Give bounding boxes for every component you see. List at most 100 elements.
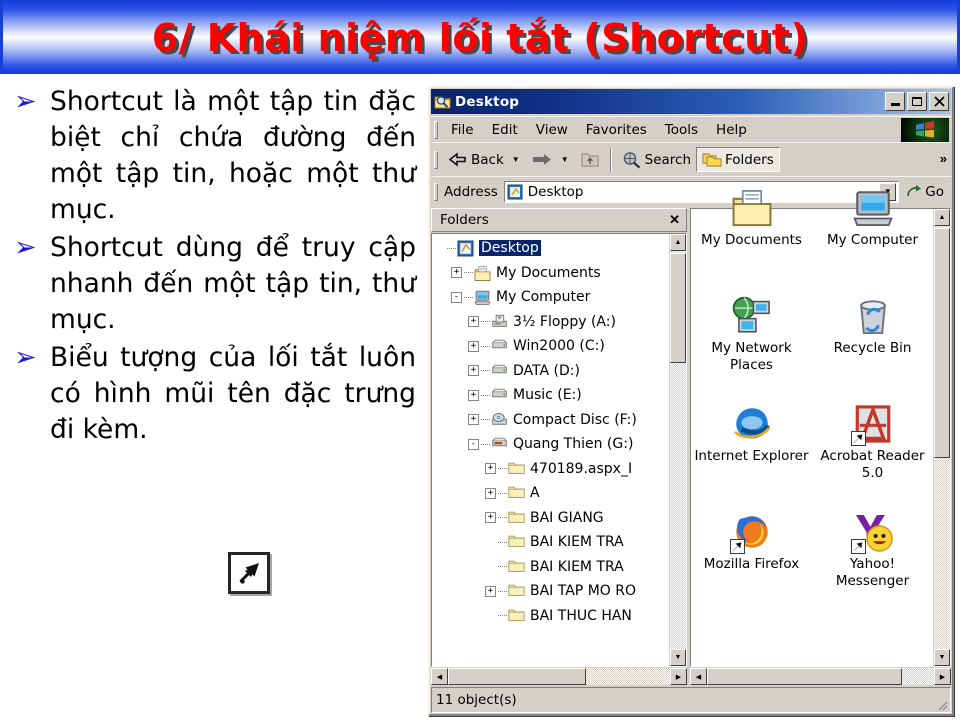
my-computer-icon [852,187,894,229]
desktop-item-acrobat-reader-5-0[interactable]: Acrobat Reader 5.0 [812,399,933,507]
desktop-item-recycle-bin[interactable]: Recycle Bin [812,291,933,399]
shortcut-arrow-icon [850,539,866,554]
window-title: Desktop [455,93,520,110]
folders-pane-close-icon[interactable]: ✕ [669,212,680,228]
close-button[interactable] [929,92,949,111]
maximize-button[interactable] [907,92,927,111]
back-label: Back [471,151,504,168]
tree-connector [464,272,473,274]
desktop-item-label: Mozilla Firefox [703,556,800,572]
tree-item-a[interactable]: + A [434,481,669,506]
tree-item-label: My Documents [496,264,601,281]
tree-expander[interactable]: + [485,487,496,499]
tree-item-music-e[interactable]: + Music (E:) [434,383,669,408]
acrobat-reader-icon [850,403,894,446]
tree-item-bai-thuc-han[interactable]: BAI THUC HAN [434,604,669,629]
tree-item-bai-kiem-tra[interactable]: BAI KIEM TRA [434,555,669,580]
tree-item-compact-disc-f[interactable]: + Compact Disc (F:) [434,408,669,433]
menu-item-file[interactable]: File [442,119,483,141]
hard-drive-icon [491,338,509,354]
folders-button[interactable]: Folders [696,147,780,172]
items-scroll-up-button[interactable]: ▲ [934,209,950,226]
tree-item-bai-giang[interactable]: + BAI GIANG [434,506,669,531]
forward-button[interactable] [526,149,558,170]
toolbar-grip[interactable] [434,150,438,169]
desktop-items-pane: My Documents My Computer My Network Places… [690,190,951,685]
toolbar-overflow-chevron-icon[interactable]: » [940,151,947,166]
tree-item-my-computer[interactable]: - My Computer [434,285,669,310]
tree-horizontal-scrollbar[interactable]: ◀ ▶ [431,668,687,685]
tree-item-bai-tap-mo-ro[interactable]: + BAI TAP MO RO [434,579,669,604]
tree-expander[interactable]: + [451,267,462,279]
desktop-item-my-documents[interactable]: My Documents [691,183,812,291]
tree-expander[interactable]: + [468,389,479,401]
tree-expander[interactable]: + [468,365,479,377]
tree-item-label: BAI KIEM TRA [530,534,624,551]
tree-scroll-up-button[interactable]: ▲ [670,234,686,251]
tree-expander[interactable]: + [468,340,479,352]
desktop-item-my-network-places[interactable]: My Network Places [691,291,812,399]
tree-vertical-scrollbar[interactable]: ▲ ▼ [669,234,686,666]
menu-item-view[interactable]: View [527,119,577,141]
items-vertical-scrollbar[interactable]: ▲ ▼ [933,209,950,666]
menu-item-tools[interactable]: Tools [656,119,707,141]
tree-item-quang-thien-g[interactable]: - Quang Thien (G:) [434,432,669,457]
items-hscroll-track[interactable] [707,668,934,685]
tree-item-desktop[interactable]: Desktop [434,236,669,261]
tree-hscroll-track[interactable] [448,668,670,685]
menu-item-edit[interactable]: Edit [483,119,527,141]
desktop-item-yahoo-messenger[interactable]: Yahoo! Messenger [812,507,933,615]
desktop-item-internet-explorer[interactable]: Internet Explorer [691,399,812,507]
up-one-level-button[interactable] [575,148,605,171]
tree-expander[interactable]: - [468,438,479,450]
desktop-item-mozilla-firefox[interactable]: Mozilla Firefox [691,507,812,615]
tree-item-data-d[interactable]: + DATA (D:) [434,359,669,384]
tree-expander[interactable]: + [485,512,496,524]
menu-item-help[interactable]: Help [707,119,756,141]
tree-connector [481,443,490,445]
items-scroll-thumb[interactable] [934,228,950,458]
tree-scroll-right-button[interactable]: ▶ [670,668,687,685]
toolbar-grip[interactable] [434,182,438,201]
tree-expander[interactable]: + [468,414,479,426]
window-titlebar[interactable]: Desktop [431,89,951,114]
items-scroll-track[interactable] [934,226,950,649]
back-button[interactable]: Back [442,149,509,171]
tree-item-win2000-c[interactable]: + Win2000 (C:) [434,334,669,359]
search-button[interactable]: Search [617,148,696,172]
desktop-items-body: My Documents My Computer My Network Places… [690,190,951,667]
items-scroll-left-button[interactable]: ◀ [690,668,707,685]
tree-item-bai-kiem-tra[interactable]: BAI KIEM TRA [434,530,669,555]
tree-item-470189-aspx-i[interactable]: +470189.aspx_I [434,457,669,482]
items-horizontal-scrollbar[interactable]: ◀ ▶ [690,668,951,685]
items-scroll-right-button[interactable]: ▶ [934,668,951,685]
back-dropdown-button[interactable]: ▼ [512,155,520,164]
tree-connector [464,296,473,298]
tree-expander[interactable]: + [485,585,496,597]
toolbar-grip[interactable] [434,120,438,139]
tree-scroll-left-button[interactable]: ◀ [431,668,448,685]
tree-connector [481,419,490,421]
menu-item-favorites[interactable]: Favorites [577,119,656,141]
tree-item-my-documents[interactable]: + My Documents [434,261,669,286]
tree-expander[interactable]: - [451,291,462,303]
minimize-icon [890,103,900,106]
forward-dropdown-button[interactable]: ▼ [561,155,569,164]
resize-grip-icon[interactable] [934,697,948,711]
slide-bullet-list: ➢ Shortcut là một tập tin đặc biệt chỉ c… [0,80,424,550]
desktop-item-my-computer[interactable]: My Computer [812,183,933,291]
tree-hscroll-thumb[interactable] [448,668,586,685]
tree-scroll-thumb[interactable] [670,253,686,363]
folder-icon [508,608,526,624]
items-scroll-down-button[interactable]: ▼ [934,649,950,666]
tree-item-3-floppy-a[interactable]: +3½ Floppy (A:) [434,310,669,335]
items-hscroll-thumb[interactable] [707,668,903,685]
folders-pane-title: Folders [440,212,489,228]
minimize-button[interactable] [885,92,905,111]
tree-scroll-down-button[interactable]: ▼ [670,649,686,666]
tree-expander[interactable]: + [468,316,479,328]
tree-scroll-track[interactable] [670,251,686,649]
folder-tree[interactable]: Desktop + My Documents - My Computer +3½ Flop… [432,234,669,666]
desktop-icon-grid[interactable]: My Documents My Computer My Network Places… [691,183,933,666]
tree-expander[interactable]: + [485,463,496,475]
